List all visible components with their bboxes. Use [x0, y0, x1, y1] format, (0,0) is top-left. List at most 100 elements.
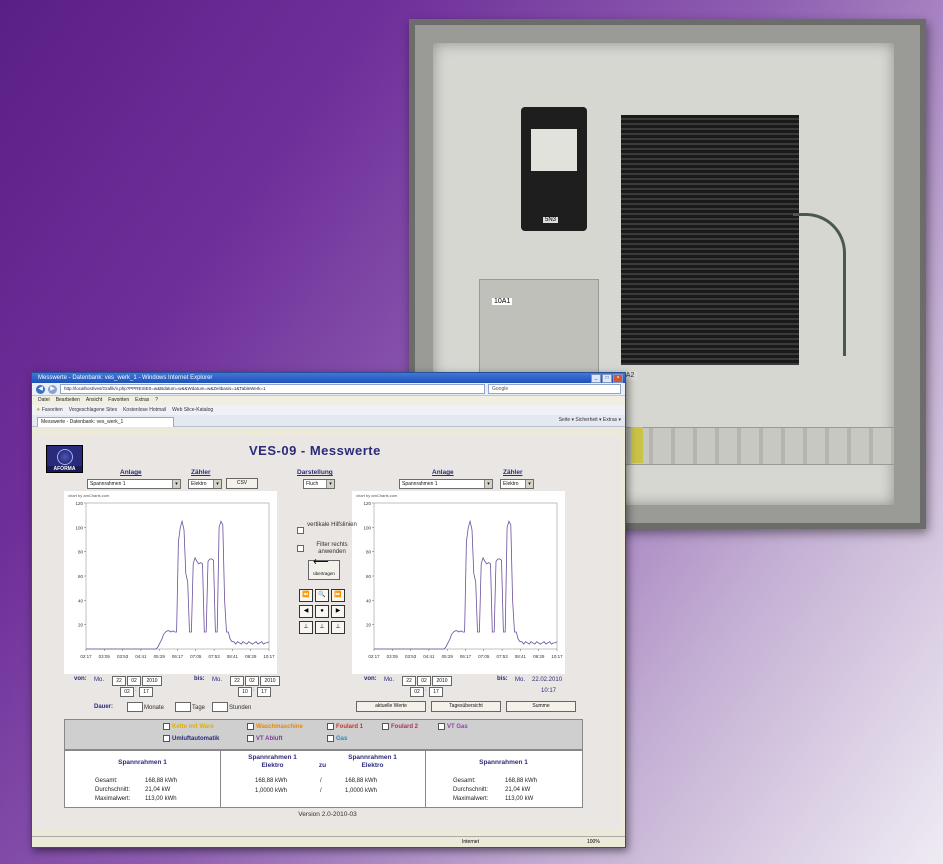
menu-bar: Datei Bearbeiten Ansicht Favoriten Extra…: [32, 396, 625, 405]
uebertragen-button[interactable]: ⟵ übertragen: [308, 556, 340, 580]
von-day-input-right[interactable]: 22: [402, 676, 416, 686]
fav-webslice[interactable]: Web Slice-Katalog: [172, 405, 213, 415]
legend-checkbox[interactable]: [327, 735, 334, 742]
stat-value: 168,88 kWh: [345, 778, 378, 784]
anlage-select-left[interactable]: Spannrahmen 1 ▾: [87, 479, 181, 489]
von-minute-input-left[interactable]: 17: [139, 687, 153, 697]
legend-vtgas[interactable]: VT Gas: [438, 723, 468, 730]
stunden-input[interactable]: [212, 702, 228, 712]
legend-vtabluft[interactable]: VT Abluft: [247, 735, 282, 742]
aktuelle-werte-button[interactable]: aktuelle Werte: [356, 701, 426, 712]
x-tick-label: 07:05: [190, 654, 202, 659]
menu-extras[interactable]: Extras: [135, 396, 149, 405]
fast-back-button[interactable]: ⏪: [299, 589, 313, 602]
summe-button[interactable]: Summe: [506, 701, 576, 712]
chevron-down-icon: ▾: [326, 480, 334, 488]
legend-foulard1[interactable]: Foulard 1: [327, 723, 363, 730]
bis-day-input-left[interactable]: 22: [230, 676, 244, 686]
favorites-button[interactable]: ★ Favoriten: [36, 405, 63, 415]
legend-checkbox[interactable]: [247, 723, 254, 730]
bis-label-right: bis:: [497, 676, 508, 682]
minimize-button[interactable]: _: [591, 374, 601, 383]
bis-year-input-left[interactable]: 2010: [260, 676, 280, 686]
stat-separator: /: [320, 778, 322, 784]
center-button[interactable]: ●: [315, 605, 329, 618]
tage-input[interactable]: [175, 702, 191, 712]
fav-hotmail[interactable]: Kostenlose Hotmail: [123, 405, 166, 415]
legend-checkbox[interactable]: [163, 735, 170, 742]
legend-kette[interactable]: Kette mit Ware: [163, 723, 214, 730]
back-icon[interactable]: ◀: [36, 384, 45, 394]
darstellung-select[interactable]: Fluch ▾: [303, 479, 335, 489]
fast-forward-button[interactable]: ⏩: [331, 589, 345, 602]
align-end-button[interactable]: ⊥: [331, 621, 345, 634]
zaehler-label-right: Zähler: [503, 469, 523, 476]
tagesuebersicht-button[interactable]: Tagesübersicht: [431, 701, 501, 712]
monate-input[interactable]: [127, 702, 143, 712]
von-year-input-left[interactable]: 2010: [142, 676, 162, 686]
menu-help[interactable]: ?: [155, 396, 158, 405]
hilfslinien-label: vertikale Hilfslinien: [307, 522, 357, 528]
zaehler-select-left[interactable]: Elektro ▾: [188, 479, 222, 489]
x-tick-label: 07:53: [208, 654, 220, 659]
legend-label: Umluftautomatik: [172, 735, 220, 742]
legend-waschmaschine[interactable]: Waschmaschine: [247, 723, 303, 730]
arrow-left-icon: ⟵: [313, 556, 329, 568]
step-back-button[interactable]: ◀: [299, 605, 313, 618]
legend-checkbox[interactable]: [327, 723, 334, 730]
bis-day-left: Mo.: [212, 677, 223, 683]
von-minute-input-right[interactable]: 17: [429, 687, 443, 697]
legend-gas[interactable]: Gas: [327, 735, 347, 742]
plc-label: 10A1: [492, 298, 513, 305]
forward-icon[interactable]: ▶: [48, 384, 57, 394]
menu-ansicht[interactable]: Ansicht: [86, 396, 102, 405]
legend-foulard2[interactable]: Foulard 2: [382, 723, 418, 730]
von-day-left: Mo.: [94, 677, 105, 683]
csv-button[interactable]: CSV: [226, 478, 258, 489]
tab-messwerte[interactable]: Messwerte - Datenbank: ves_werk_1: [37, 417, 174, 427]
bis-hour-input-left[interactable]: 10: [238, 687, 252, 697]
legend-checkbox[interactable]: [163, 723, 170, 730]
tab-tools[interactable]: Seite ▾ Sicherheit ▾ Extras ▾: [559, 417, 621, 423]
align-middle-button[interactable]: ⊥: [315, 621, 329, 634]
chart-credit: chart by amCharts.com: [356, 493, 398, 498]
chart-right[interactable]: chart by amCharts.com 120 100 80 60 40 20 02:1…: [352, 491, 565, 674]
menu-bearbeiten[interactable]: Bearbeiten: [56, 396, 80, 405]
bis-month-input-left[interactable]: 02: [245, 676, 259, 686]
maximize-button[interactable]: □: [602, 374, 612, 383]
legend-checkbox[interactable]: [382, 723, 389, 730]
align-start-button[interactable]: ⊥: [299, 621, 313, 634]
browser-window: Messwerte - Datenbank: ves_werk_1 - Wind…: [31, 372, 626, 848]
hilfslinien-checkbox[interactable]: [297, 527, 304, 534]
zaehler-select-right[interactable]: Elektro ▾: [500, 479, 534, 489]
legend-umluft[interactable]: Umluftautomatik: [163, 735, 219, 742]
tagesuebersicht-label: Tagesübersicht: [449, 703, 483, 709]
csv-label: CSV: [236, 480, 248, 486]
anlage-select-right[interactable]: Spannrahmen 1 ▾: [399, 479, 493, 489]
menu-datei[interactable]: Datei: [38, 396, 50, 405]
zoom-level[interactable]: 100%: [587, 837, 600, 847]
step-forward-button[interactable]: ▶: [331, 605, 345, 618]
filter-checkbox[interactable]: [297, 545, 304, 552]
legend-checkbox[interactable]: [438, 723, 445, 730]
x-tick-label: 06:17: [172, 654, 184, 659]
close-button[interactable]: ×: [613, 374, 623, 383]
legend-checkbox[interactable]: [247, 735, 254, 742]
von-hour-input-right[interactable]: 02: [410, 687, 424, 697]
von-year-input-right[interactable]: 2010: [432, 676, 452, 686]
address-input[interactable]: http://localhost/ves/Grafik/x.php?PPREIS…: [60, 384, 485, 394]
von-month-input-left[interactable]: 02: [127, 676, 141, 686]
search-input[interactable]: Google: [488, 384, 621, 394]
von-label-right: von:: [364, 676, 377, 682]
von-hour-input-left[interactable]: 02: [120, 687, 134, 697]
zoom-button[interactable]: 🔍: [315, 589, 329, 602]
bis-minute-input-left[interactable]: 17: [257, 687, 271, 697]
x-tick-label: 02:17: [80, 654, 92, 659]
von-month-input-right[interactable]: 02: [417, 676, 431, 686]
chart-left[interactable]: chart by amCharts.com 120 100 80 60 40 20 02:1…: [64, 491, 277, 674]
von-day-input-left[interactable]: 22: [112, 676, 126, 686]
stat-value: 113,00 kWh: [145, 796, 177, 802]
y-tick-label: 80: [78, 550, 84, 555]
menu-favoriten[interactable]: Favoriten: [108, 396, 129, 405]
fav-suggested-sites[interactable]: Vorgeschlagene Sites: [69, 405, 117, 415]
